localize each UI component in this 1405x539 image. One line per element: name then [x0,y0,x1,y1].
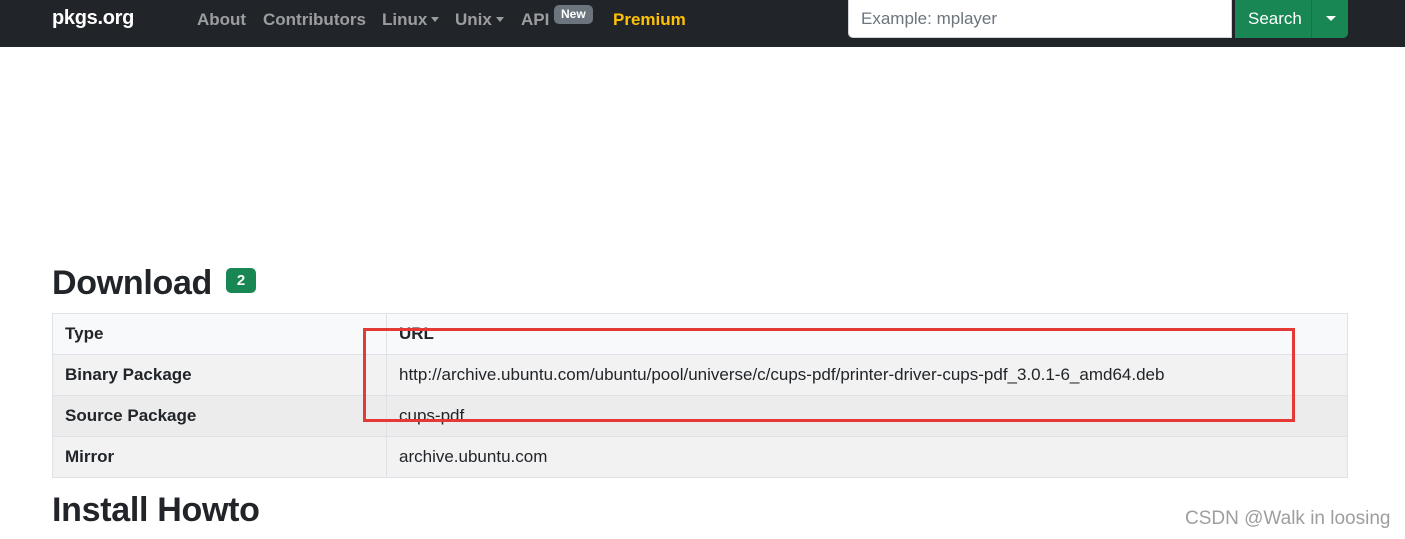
top-navbar: pkgs.org About Contributors Linux Unix A… [0,0,1405,47]
blank-ad-area [52,60,1348,250]
column-header-type: Type [52,313,387,355]
nav-contributors-label: Contributors [263,10,366,29]
table-header-row: Type URL [52,313,1348,355]
nav-about[interactable]: About [197,10,246,30]
nav-linux-dropdown[interactable]: Linux [382,10,440,30]
chevron-down-icon [495,17,504,22]
row-type: Source Package [52,395,387,437]
table-row: Binary Package http://archive.ubuntu.com… [52,354,1348,396]
search-options-dropdown-button[interactable] [1311,0,1348,38]
table-row: Mirror archive.ubuntu.com [52,436,1348,478]
search-button[interactable]: Search [1235,0,1311,38]
download-count-badge: 2 [226,268,256,293]
binary-package-url-link[interactable]: http://archive.ubuntu.com/ubuntu/pool/un… [386,354,1348,396]
column-header-url: URL [386,313,1348,355]
brand-logo[interactable]: pkgs.org [52,7,134,30]
row-type: Mirror [52,436,387,478]
nav-premium-label: Premium [613,10,686,29]
table-row: Source Package cups-pdf [52,395,1348,437]
chevron-down-icon [431,17,440,22]
install-howto-heading: Install Howto [52,491,260,529]
search-input[interactable] [848,0,1232,38]
row-type: Binary Package [52,354,387,396]
nav-premium[interactable]: Premium [613,10,686,30]
nav-about-label: About [197,10,247,29]
nav-api[interactable]: API [521,10,549,30]
mirror-value: archive.ubuntu.com [386,436,1348,478]
download-table: Type URL Binary Package http://archive.u… [52,313,1348,478]
nav-unix-dropdown[interactable]: Unix [455,10,504,30]
watermark-text: CSDN @Walk in loosing [1185,508,1391,529]
nav-linux-label: Linux [382,10,428,29]
download-heading: Download [52,264,213,302]
nav-api-label: API [521,10,550,29]
nav-contributors[interactable]: Contributors [263,10,366,30]
source-package-link[interactable]: cups-pdf [386,395,1348,437]
nav-unix-label: Unix [455,10,492,29]
caret-down-icon [1326,16,1336,21]
new-badge: New [554,5,593,24]
